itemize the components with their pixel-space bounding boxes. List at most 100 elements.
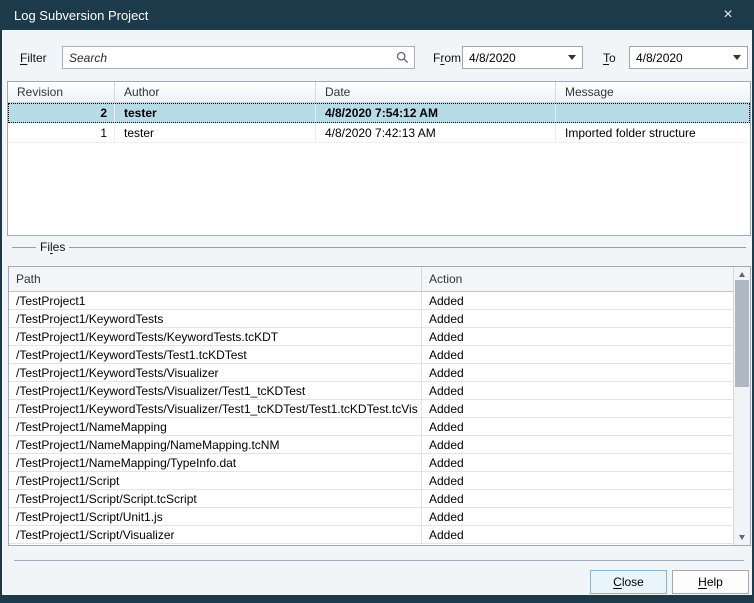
chevron-down-icon <box>733 55 741 60</box>
column-header-author[interactable]: Author <box>115 82 316 102</box>
action-cell: Added <box>422 400 733 417</box>
revision-cell: 1 <box>8 123 115 142</box>
revisions-table: Revision Author Date Message 2 tester 4/… <box>7 81 751 236</box>
files-group-label: Files <box>36 240 69 254</box>
file-row[interactable]: /TestProject1/Script/Script.tcScript Add… <box>9 490 733 508</box>
path-cell: /TestProject1/KeywordTests <box>9 310 422 327</box>
author-cell: tester <box>115 123 316 142</box>
message-cell: Imported folder structure <box>556 123 750 142</box>
filter-search-box <box>62 46 415 69</box>
column-header-path[interactable]: Path <box>9 267 422 291</box>
to-date-combobox[interactable]: 4/8/2020 <box>629 46 748 69</box>
file-row[interactable]: /TestProject1/Script/Unit1.js Added <box>9 508 733 526</box>
date-cell: 4/8/2020 7:42:13 AM <box>316 123 556 142</box>
action-cell: Added <box>422 490 733 507</box>
files-vertical-scrollbar[interactable] <box>733 267 750 545</box>
path-cell: /TestProject1 <box>9 292 422 309</box>
scrollbar-thumb[interactable] <box>735 280 749 387</box>
filter-label: Filter <box>20 51 47 65</box>
file-row[interactable]: /TestProject1/KeywordTests/Test1.tcKDTes… <box>9 346 733 364</box>
to-date-value: 4/8/2020 <box>630 51 727 65</box>
action-cell: Added <box>422 346 733 363</box>
file-row[interactable]: /TestProject1/NameMapping/NameMapping.tc… <box>9 436 733 454</box>
file-row[interactable]: /TestProject1/KeywordTests/KeywordTests.… <box>9 328 733 346</box>
path-cell: /TestProject1/Script/Unit1.js <box>9 508 422 525</box>
file-row[interactable]: /TestProject1 Added <box>9 292 733 310</box>
column-header-revision[interactable]: Revision <box>8 82 115 102</box>
action-cell: Added <box>422 418 733 435</box>
revision-row-selected[interactable]: 2 tester 4/8/2020 7:54:12 AM <box>8 103 750 123</box>
help-button-post: elp <box>707 575 723 589</box>
action-cell: Added <box>422 436 733 453</box>
column-header-action[interactable]: Action <box>422 267 733 291</box>
file-row[interactable]: /TestProject1/Script/Visualizer Added <box>9 526 733 544</box>
search-input[interactable] <box>63 47 390 68</box>
revision-cell: 2 <box>8 103 115 123</box>
close-button[interactable]: Close <box>590 570 667 594</box>
action-cell: Added <box>422 508 733 525</box>
path-cell: /TestProject1/NameMapping <box>9 418 422 435</box>
file-row[interactable]: /TestProject1/KeywordTests/Visualizer/Te… <box>9 400 733 418</box>
filter-label-post: ilter <box>27 51 46 65</box>
column-header-message[interactable]: Message <box>556 82 750 102</box>
from-date-dropdown-arrow[interactable] <box>562 47 582 68</box>
help-button[interactable]: Help <box>672 570 749 594</box>
file-row[interactable]: /TestProject1/KeywordTests/Visualizer/Te… <box>9 382 733 400</box>
files-header-row: Path Action <box>9 267 733 292</box>
action-cell: Added <box>422 454 733 471</box>
chevron-down-icon <box>568 55 576 60</box>
revisions-header-row: Revision Author Date Message <box>8 82 750 103</box>
path-cell: /TestProject1/KeywordTests/Visualizer <box>9 364 422 381</box>
from-date-value: 4/8/2020 <box>463 51 562 65</box>
date-cell: 4/8/2020 7:54:12 AM <box>316 103 556 123</box>
file-row[interactable]: /TestProject1/NameMapping Added <box>9 418 733 436</box>
action-cell: Added <box>422 328 733 345</box>
action-cell: Added <box>422 292 733 309</box>
from-label-post: om <box>444 51 461 65</box>
action-cell: Added <box>422 382 733 399</box>
footer-separator <box>14 560 744 561</box>
files-label-post: es <box>53 240 66 254</box>
path-cell: /TestProject1/Script/Visualizer <box>9 526 422 543</box>
action-cell: Added <box>422 364 733 381</box>
file-row[interactable]: /TestProject1/KeywordTests/Visualizer Ad… <box>9 364 733 382</box>
path-cell: /TestProject1/KeywordTests/KeywordTests.… <box>9 328 422 345</box>
from-label: From <box>433 51 461 65</box>
action-cell: Added <box>422 526 733 543</box>
path-cell: /TestProject1/KeywordTests/Visualizer/Te… <box>9 382 422 399</box>
author-cell: tester <box>115 103 316 123</box>
path-cell: /TestProject1/Script/Script.tcScript <box>9 490 422 507</box>
column-header-date[interactable]: Date <box>316 82 556 102</box>
group-line <box>12 247 36 248</box>
action-cell: Added <box>422 472 733 489</box>
path-cell: /TestProject1/KeywordTests/Visualizer/Te… <box>9 400 422 417</box>
files-label-pre: Fi <box>40 240 50 254</box>
close-icon[interactable]: × <box>708 0 748 30</box>
files-group: Files <box>12 240 746 254</box>
window-bottom-border <box>0 595 754 603</box>
file-row[interactable]: /TestProject1/KeywordTests Added <box>9 310 733 328</box>
to-label: To <box>603 51 616 65</box>
group-line <box>69 247 746 248</box>
to-label-post: o <box>609 51 616 65</box>
path-cell: /TestProject1/NameMapping/TypeInfo.dat <box>9 454 422 471</box>
from-date-combobox[interactable]: 4/8/2020 <box>462 46 583 69</box>
path-cell: /TestProject1/KeywordTests/Test1.tcKDTes… <box>9 346 422 363</box>
revision-row[interactable]: 1 tester 4/8/2020 7:42:13 AM Imported fo… <box>8 123 750 143</box>
search-icon[interactable] <box>390 47 414 68</box>
file-row[interactable]: /TestProject1/Script Added <box>9 472 733 490</box>
message-cell <box>556 103 750 123</box>
action-cell: Added <box>422 310 733 327</box>
scroll-down-icon[interactable] <box>734 530 750 545</box>
files-table: Path Action /TestProject1 Added /TestPro… <box>8 266 751 546</box>
to-date-dropdown-arrow[interactable] <box>727 47 747 68</box>
close-button-key: C <box>613 575 622 589</box>
path-cell: /TestProject1/NameMapping/NameMapping.tc… <box>9 436 422 453</box>
file-row[interactable]: /TestProject1/NameMapping/TypeInfo.dat A… <box>9 454 733 472</box>
help-button-key: H <box>698 575 707 589</box>
close-button-post: lose <box>622 575 644 589</box>
path-cell: /TestProject1/Script <box>9 472 422 489</box>
log-subversion-dialog: Log Subversion Project × Filter From 4/8… <box>0 0 754 603</box>
title-bar: Log Subversion Project × <box>0 0 754 30</box>
dialog-title: Log Subversion Project <box>0 8 148 23</box>
